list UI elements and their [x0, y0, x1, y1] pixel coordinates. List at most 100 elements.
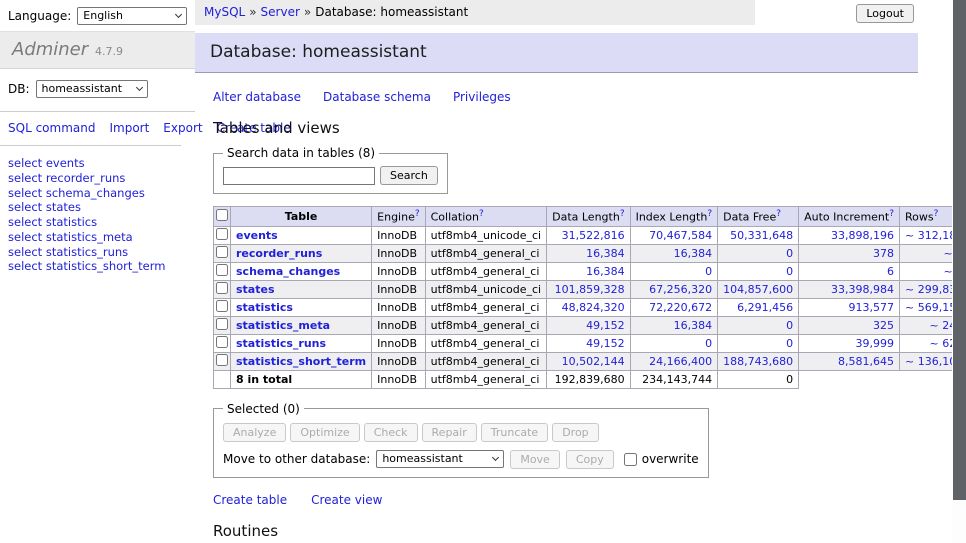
- chevron-down-icon: [492, 454, 499, 461]
- column-header-label: Engine: [377, 211, 415, 224]
- logout-button[interactable]: Logout: [856, 4, 914, 23]
- move-db-select[interactable]: homeassistant: [376, 450, 504, 468]
- row-checkbox[interactable]: [216, 246, 228, 258]
- sidebar-actions: SQL commandImportExportCreate table: [0, 112, 181, 146]
- sidebar-table-link[interactable]: select recorder_runs: [8, 171, 187, 186]
- language-select[interactable]: English: [77, 7, 187, 25]
- analyze-button[interactable]: Analyze: [223, 423, 286, 442]
- total-index-length-cell: 234,143,744: [630, 370, 718, 388]
- auto-increment-cell: 6: [799, 262, 900, 280]
- sidebar-table-link[interactable]: select schema_changes: [8, 186, 187, 201]
- data-free-cell: 6,291,456: [718, 298, 799, 316]
- truncate-button[interactable]: Truncate: [481, 423, 548, 442]
- auto-increment-cell: 378: [799, 244, 900, 262]
- repair-button[interactable]: Repair: [422, 423, 477, 442]
- help-link[interactable]: ?: [479, 209, 484, 219]
- sidebar-table-link[interactable]: select statistics: [8, 215, 187, 230]
- collation-cell: utf8mb4_general_ci: [425, 262, 546, 280]
- select-all-checkbox[interactable]: [216, 209, 228, 221]
- tables-heading: Tables and views: [213, 119, 950, 137]
- row-checkbox[interactable]: [216, 354, 228, 366]
- overwrite-checkbox[interactable]: [624, 453, 637, 466]
- engine-cell: InnoDB: [372, 280, 425, 298]
- table-row: schema_changesInnoDButf8mb4_general_ci16…: [214, 262, 966, 280]
- sidebar-table-link[interactable]: select states: [8, 200, 187, 215]
- table-name-link[interactable]: statistics_meta: [236, 319, 330, 332]
- data-length-cell: 16,384: [547, 262, 630, 280]
- data-free-cell: 0: [718, 334, 799, 352]
- sidebar-table-link[interactable]: select statistics_runs: [8, 245, 187, 260]
- row-checkbox[interactable]: [216, 228, 228, 240]
- breadcrumb-current: Database: homeassistant: [315, 5, 468, 19]
- create-link[interactable]: Create table: [213, 493, 287, 507]
- copy-button[interactable]: Copy: [566, 450, 614, 469]
- create-link[interactable]: Create view: [311, 493, 382, 507]
- page-title: Database: homeassistant: [195, 33, 918, 73]
- table-name-cell: schema_changes: [231, 262, 372, 280]
- breadcrumb-link-mysql[interactable]: MySQL: [204, 5, 245, 19]
- table-name-link[interactable]: schema_changes: [236, 265, 340, 278]
- sidebar-table-link[interactable]: select statistics_meta: [8, 230, 187, 245]
- total-engine-cell: InnoDB: [372, 370, 425, 388]
- index-length-cell: 67,256,320: [630, 280, 718, 298]
- language-select-value: English: [83, 9, 123, 22]
- table-name-cell: statistics_short_term: [231, 352, 372, 370]
- auto-increment-cell: 39,999: [799, 334, 900, 352]
- help-link[interactable]: ?: [415, 209, 420, 219]
- sidebar-table-link[interactable]: select statistics_short_term: [8, 259, 187, 274]
- table-name-link[interactable]: statistics_runs: [236, 337, 326, 350]
- row-checkbox[interactable]: [216, 282, 228, 294]
- index-length-cell: 16,384: [630, 316, 718, 334]
- table-row: eventsInnoDButf8mb4_unicode_ci31,522,816…: [214, 226, 966, 244]
- row-checkbox[interactable]: [216, 336, 228, 348]
- scrollbar-thumb[interactable]: [953, 0, 966, 500]
- engine-cell: InnoDB: [372, 352, 425, 370]
- data-length-cell: 48,824,320: [547, 298, 630, 316]
- sidebar-table-link[interactable]: select events: [8, 156, 187, 171]
- table-name-link[interactable]: states: [236, 283, 275, 296]
- table-name-link[interactable]: recorder_runs: [236, 247, 322, 260]
- help-link[interactable]: ?: [620, 209, 625, 219]
- engine-cell: InnoDB: [372, 316, 425, 334]
- drop-button[interactable]: Drop: [552, 423, 598, 442]
- language-row: Language: English: [0, 0, 195, 31]
- page-scrollbar[interactable]: [952, 0, 966, 543]
- table-name-link[interactable]: statistics_short_term: [236, 355, 366, 368]
- data-length-cell: 49,152: [547, 334, 630, 352]
- sidebar-action-link[interactable]: SQL command: [8, 121, 95, 135]
- db-selector-row: DB: homeassistant: [0, 69, 195, 112]
- search-input[interactable]: [223, 167, 375, 185]
- index-length-cell: 70,467,584: [630, 226, 718, 244]
- table-name-link[interactable]: statistics: [236, 301, 293, 314]
- row-checkbox[interactable]: [216, 318, 228, 330]
- sidebar-action-link[interactable]: Import: [109, 121, 149, 135]
- database-action-link[interactable]: Privileges: [453, 90, 511, 104]
- help-link[interactable]: ?: [776, 209, 781, 219]
- auto-increment-cell: 325: [799, 316, 900, 334]
- check-button[interactable]: Check: [364, 423, 418, 442]
- row-checkbox[interactable]: [216, 300, 228, 312]
- help-link[interactable]: ?: [707, 209, 712, 219]
- table-row: statesInnoDButf8mb4_unicode_ci101,859,32…: [214, 280, 966, 298]
- db-select[interactable]: homeassistant: [36, 80, 148, 98]
- database-action-link[interactable]: Alter database: [213, 90, 301, 104]
- row-checkbox[interactable]: [216, 264, 228, 276]
- data-free-cell: 0: [718, 262, 799, 280]
- sidebar-table-list: select eventsselect recorder_runsselect …: [0, 146, 195, 284]
- language-label: Language:: [8, 9, 71, 23]
- help-link[interactable]: ?: [934, 209, 939, 219]
- table-name-link[interactable]: events: [236, 229, 278, 242]
- column-header-label: Auto Increment: [804, 211, 889, 224]
- help-link[interactable]: ?: [889, 209, 894, 219]
- database-action-link[interactable]: Database schema: [323, 90, 431, 104]
- collation-cell: utf8mb4_general_ci: [425, 244, 546, 262]
- breadcrumb-link-server[interactable]: Server: [261, 5, 300, 19]
- auto-increment-cell: 33,398,984: [799, 280, 900, 298]
- app-version: 4.7.9: [95, 45, 123, 58]
- move-button[interactable]: Move: [510, 450, 560, 469]
- optimize-button[interactable]: Optimize: [290, 423, 359, 442]
- search-button[interactable]: Search: [380, 166, 438, 185]
- search-legend: Search data in tables (8): [223, 146, 379, 160]
- row-checkbox-cell: [214, 298, 231, 316]
- total-checkbox-cell: [214, 370, 231, 388]
